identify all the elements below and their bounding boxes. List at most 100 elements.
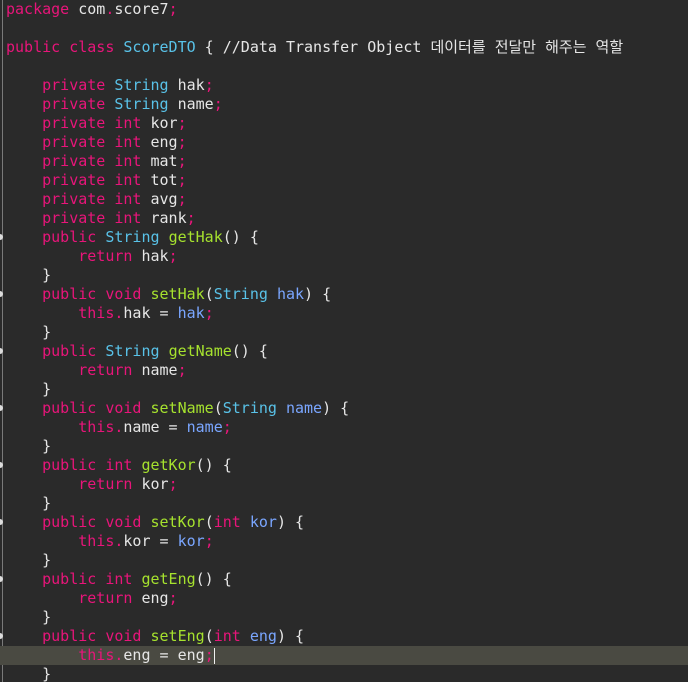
code-line[interactable] bbox=[0, 19, 688, 38]
code-line[interactable]: this.kor = kor; bbox=[0, 532, 688, 551]
text-token: name bbox=[168, 95, 214, 113]
code-line[interactable]: return kor; bbox=[0, 475, 688, 494]
code-line[interactable]: this.name = name; bbox=[0, 418, 688, 437]
keyword-token: public bbox=[42, 285, 97, 303]
text-token: hak = bbox=[123, 304, 178, 322]
text-token: tot bbox=[141, 171, 178, 189]
text-token: () { bbox=[222, 228, 259, 246]
punctuation-token: ; bbox=[177, 171, 187, 189]
fold-marker-icon[interactable] bbox=[0, 234, 3, 240]
keyword-token: class bbox=[69, 38, 115, 56]
code-line[interactable]: private int kor; bbox=[0, 114, 688, 133]
parameter-token: hak bbox=[177, 304, 205, 322]
code-line[interactable]: } bbox=[0, 551, 688, 570]
text-token: ( bbox=[213, 399, 223, 417]
punctuation-token: ; bbox=[168, 475, 178, 493]
code-line[interactable]: private int rank; bbox=[0, 209, 688, 228]
text-token: score7 bbox=[114, 0, 169, 18]
code-editor[interactable]: package com.score7; public class ScoreDT… bbox=[0, 0, 688, 682]
code-area[interactable]: package com.score7; public class ScoreDT… bbox=[0, 0, 688, 682]
punctuation-token: ; bbox=[186, 209, 196, 227]
text-token: } bbox=[6, 494, 52, 512]
code-line[interactable]: } bbox=[0, 608, 688, 627]
keyword-token: private bbox=[42, 76, 106, 94]
code-line[interactable]: public void setKor(int kor) { bbox=[0, 513, 688, 532]
code-line[interactable] bbox=[0, 57, 688, 76]
code-line[interactable]: private String hak; bbox=[0, 76, 688, 95]
keyword-token: int bbox=[105, 570, 133, 588]
code-line[interactable]: } bbox=[0, 266, 688, 285]
parameter-token: eng bbox=[249, 627, 277, 645]
code-line[interactable]: return hak; bbox=[0, 247, 688, 266]
keyword-token: private bbox=[42, 133, 106, 151]
punctuation-token: ; bbox=[204, 76, 214, 94]
keyword-token: private bbox=[42, 209, 106, 227]
code-line[interactable]: private int avg; bbox=[0, 190, 688, 209]
keyword-token: public bbox=[6, 38, 61, 56]
code-line[interactable]: public class ScoreDTO { //Data Transfer … bbox=[0, 38, 688, 57]
keyword-token: public bbox=[42, 456, 97, 474]
type-token: String bbox=[114, 76, 169, 94]
text-token: ( bbox=[204, 627, 214, 645]
code-line[interactable]: public void setHak(String hak) { bbox=[0, 285, 688, 304]
code-line[interactable]: private int tot; bbox=[0, 171, 688, 190]
keyword-token: public bbox=[42, 513, 97, 531]
current-code-line[interactable]: this.eng = eng; bbox=[0, 646, 688, 665]
fold-marker-icon[interactable] bbox=[0, 576, 3, 582]
code-line[interactable]: return eng; bbox=[0, 589, 688, 608]
code-line[interactable]: } bbox=[0, 494, 688, 513]
code-line[interactable]: } bbox=[0, 380, 688, 399]
method-name-token: getEng bbox=[141, 570, 196, 588]
code-line[interactable]: public void setEng(int eng) { bbox=[0, 627, 688, 646]
fold-marker-icon[interactable] bbox=[0, 291, 3, 297]
keyword-token: private bbox=[42, 190, 106, 208]
text-token: com bbox=[69, 0, 106, 18]
text-token: ) { bbox=[322, 399, 350, 417]
code-line[interactable]: private int eng; bbox=[0, 133, 688, 152]
fold-marker-icon[interactable] bbox=[0, 405, 3, 411]
punctuation-token: ; bbox=[168, 247, 178, 265]
keyword-token: int bbox=[114, 190, 142, 208]
fold-marker-icon[interactable] bbox=[0, 462, 3, 468]
code-line[interactable]: } bbox=[0, 437, 688, 456]
code-line[interactable]: return name; bbox=[0, 361, 688, 380]
punctuation-token: ; bbox=[177, 152, 187, 170]
keyword-token: void bbox=[105, 627, 142, 645]
keyword-token: return bbox=[78, 361, 133, 379]
code-line[interactable]: public String getHak() { bbox=[0, 228, 688, 247]
code-line[interactable]: } bbox=[0, 323, 688, 342]
code-line[interactable]: this.hak = hak; bbox=[0, 304, 688, 323]
parameter-token: name bbox=[285, 399, 323, 417]
punctuation-token: ; bbox=[204, 304, 214, 322]
code-line[interactable]: public String getName() { bbox=[0, 342, 688, 361]
keyword-token: this bbox=[78, 304, 115, 322]
code-line[interactable]: } bbox=[0, 665, 688, 682]
keyword-token: private bbox=[42, 114, 106, 132]
punctuation-token: ; bbox=[177, 114, 187, 132]
text-token: avg bbox=[141, 190, 178, 208]
punctuation-token: ; bbox=[168, 0, 178, 18]
code-line[interactable]: package com.score7; bbox=[0, 0, 688, 19]
code-line[interactable]: public int getKor() { bbox=[0, 456, 688, 475]
fold-marker-icon[interactable] bbox=[0, 348, 3, 354]
type-token: String bbox=[213, 285, 268, 303]
code-line[interactable]: private int mat; bbox=[0, 152, 688, 171]
code-line[interactable]: public int getEng() { bbox=[0, 570, 688, 589]
fold-marker-icon[interactable] bbox=[0, 633, 3, 639]
code-line[interactable]: public void setName(String name) { bbox=[0, 399, 688, 418]
code-line[interactable]: private String name; bbox=[0, 95, 688, 114]
fold-marker-icon[interactable] bbox=[0, 519, 3, 525]
